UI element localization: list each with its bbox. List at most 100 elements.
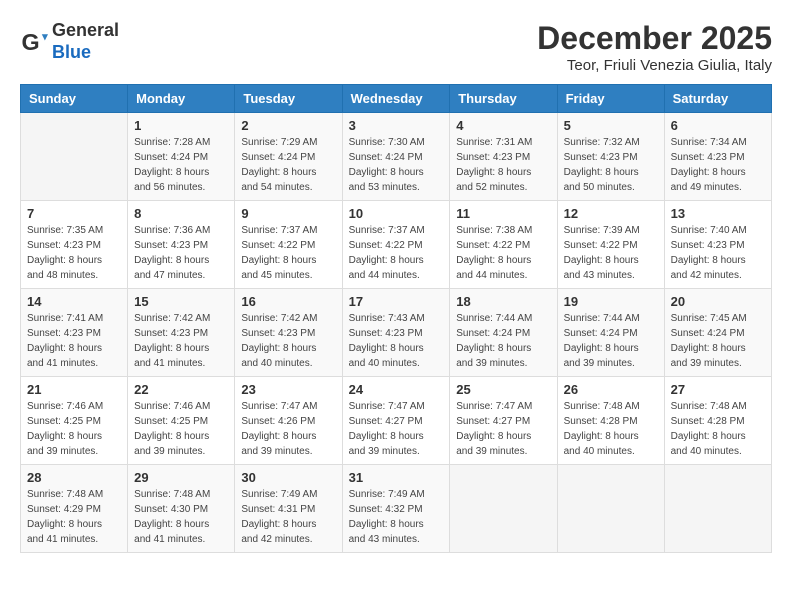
calendar-cell: 26 Sunrise: 7:48 AM Sunset: 4:28 PM Dayli…	[557, 377, 664, 465]
day-info: Sunrise: 7:47 AM Sunset: 4:27 PM Dayligh…	[456, 399, 550, 459]
day-info: Sunrise: 7:44 AM Sunset: 4:24 PM Dayligh…	[456, 311, 550, 371]
weekday-header-sunday: Sunday	[21, 85, 128, 113]
calendar-cell: 20 Sunrise: 7:45 AM Sunset: 4:24 PM Dayli…	[664, 289, 771, 377]
day-number: 22	[134, 382, 228, 397]
calendar-cell: 6 Sunrise: 7:34 AM Sunset: 4:23 PM Daylig…	[664, 113, 771, 201]
day-info: Sunrise: 7:47 AM Sunset: 4:26 PM Dayligh…	[241, 399, 335, 459]
day-number: 29	[134, 470, 228, 485]
day-number: 15	[134, 294, 228, 309]
calendar-cell: 19 Sunrise: 7:44 AM Sunset: 4:24 PM Dayli…	[557, 289, 664, 377]
logo-blue: Blue	[52, 42, 119, 64]
day-info: Sunrise: 7:49 AM Sunset: 4:31 PM Dayligh…	[241, 487, 335, 547]
calendar-cell: 1Sunrise: 7:28 AM Sunset: 4:24 PM Daylig…	[128, 113, 235, 201]
day-number: 20	[671, 294, 765, 309]
calendar-cell: 8 Sunrise: 7:36 AM Sunset: 4:23 PM Daylig…	[128, 201, 235, 289]
day-info: Sunrise: 7:34 AM Sunset: 4:23 PM Dayligh…	[671, 135, 765, 195]
day-number: 11	[456, 206, 550, 221]
calendar-cell: 21Sunrise: 7:46 AM Sunset: 4:25 PM Dayli…	[21, 377, 128, 465]
day-number: 6	[671, 118, 765, 133]
day-info: Sunrise: 7:46 AM Sunset: 4:25 PM Dayligh…	[134, 399, 228, 459]
day-info: Sunrise: 7:48 AM Sunset: 4:28 PM Dayligh…	[564, 399, 658, 459]
day-info: Sunrise: 7:46 AM Sunset: 4:25 PM Dayligh…	[27, 399, 121, 459]
calendar-cell: 7Sunrise: 7:35 AM Sunset: 4:23 PM Daylig…	[21, 201, 128, 289]
day-number: 9	[241, 206, 335, 221]
day-number: 1	[134, 118, 228, 133]
calendar-cell: 14 Sunrise: 7:41 AM Sunset: 4:23 PM Dayli…	[21, 289, 128, 377]
calendar-cell: 29 Sunrise: 7:48 AM Sunset: 4:30 PM Dayli…	[128, 465, 235, 553]
calendar-cell: 3 Sunrise: 7:30 AM Sunset: 4:24 PM Daylig…	[342, 113, 450, 201]
day-info: Sunrise: 7:45 AM Sunset: 4:24 PM Dayligh…	[671, 311, 765, 371]
calendar-cell	[664, 465, 771, 553]
day-number: 7	[27, 206, 121, 221]
calendar-cell: 9 Sunrise: 7:37 AM Sunset: 4:22 PM Daylig…	[235, 201, 342, 289]
day-number: 24	[349, 382, 444, 397]
day-info: Sunrise: 7:48 AM Sunset: 4:30 PM Dayligh…	[134, 487, 228, 547]
day-number: 8	[134, 206, 228, 221]
calendar-cell: 17Sunrise: 7:43 AM Sunset: 4:23 PM Dayli…	[342, 289, 450, 377]
day-number: 23	[241, 382, 335, 397]
weekday-header-saturday: Saturday	[664, 85, 771, 113]
day-info: Sunrise: 7:48 AM Sunset: 4:29 PM Dayligh…	[27, 487, 121, 547]
page-header: G General Blue December 2025 Teor, Friul…	[20, 20, 772, 74]
calendar-cell: 30 Sunrise: 7:49 AM Sunset: 4:31 PM Dayli…	[235, 465, 342, 553]
day-number: 19	[564, 294, 658, 309]
weekday-header-monday: Monday	[128, 85, 235, 113]
month-title: December 2025	[537, 20, 772, 57]
calendar-cell: 16Sunrise: 7:42 AM Sunset: 4:23 PM Dayli…	[235, 289, 342, 377]
day-info: Sunrise: 7:44 AM Sunset: 4:24 PM Dayligh…	[564, 311, 658, 371]
calendar-week-4: 21Sunrise: 7:46 AM Sunset: 4:25 PM Dayli…	[21, 377, 772, 465]
calendar-cell: 23 Sunrise: 7:47 AM Sunset: 4:26 PM Dayli…	[235, 377, 342, 465]
calendar-cell: 5Sunrise: 7:32 AM Sunset: 4:23 PM Daylig…	[557, 113, 664, 201]
day-info: Sunrise: 7:42 AM Sunset: 4:23 PM Dayligh…	[241, 311, 335, 371]
day-info: Sunrise: 7:42 AM Sunset: 4:23 PM Dayligh…	[134, 311, 228, 371]
day-number: 27	[671, 382, 765, 397]
day-info: Sunrise: 7:36 AM Sunset: 4:23 PM Dayligh…	[134, 223, 228, 283]
day-number: 12	[564, 206, 658, 221]
day-number: 17	[349, 294, 444, 309]
day-number: 5	[564, 118, 658, 133]
day-number: 30	[241, 470, 335, 485]
weekday-header-wednesday: Wednesday	[342, 85, 450, 113]
weekday-header-tuesday: Tuesday	[235, 85, 342, 113]
calendar-cell: 18 Sunrise: 7:44 AM Sunset: 4:24 PM Dayli…	[450, 289, 557, 377]
day-info: Sunrise: 7:31 AM Sunset: 4:23 PM Dayligh…	[456, 135, 550, 195]
day-info: Sunrise: 7:30 AM Sunset: 4:24 PM Dayligh…	[349, 135, 444, 195]
calendar: SundayMondayTuesdayWednesdayThursdayFrid…	[20, 84, 772, 553]
calendar-cell: 13Sunrise: 7:40 AM Sunset: 4:23 PM Dayli…	[664, 201, 771, 289]
day-info: Sunrise: 7:49 AM Sunset: 4:32 PM Dayligh…	[349, 487, 444, 547]
calendar-body: 1Sunrise: 7:28 AM Sunset: 4:24 PM Daylig…	[21, 113, 772, 553]
calendar-cell: 24Sunrise: 7:47 AM Sunset: 4:27 PM Dayli…	[342, 377, 450, 465]
calendar-cell: 28 Sunrise: 7:48 AM Sunset: 4:29 PM Dayli…	[21, 465, 128, 553]
calendar-cell: 22 Sunrise: 7:46 AM Sunset: 4:25 PM Dayli…	[128, 377, 235, 465]
calendar-week-1: 1Sunrise: 7:28 AM Sunset: 4:24 PM Daylig…	[21, 113, 772, 201]
day-number: 31	[349, 470, 444, 485]
day-number: 18	[456, 294, 550, 309]
calendar-week-2: 7Sunrise: 7:35 AM Sunset: 4:23 PM Daylig…	[21, 201, 772, 289]
calendar-week-3: 14 Sunrise: 7:41 AM Sunset: 4:23 PM Dayli…	[21, 289, 772, 377]
day-number: 14	[27, 294, 121, 309]
day-info: Sunrise: 7:37 AM Sunset: 4:22 PM Dayligh…	[241, 223, 335, 283]
logo-general: General	[52, 20, 119, 42]
day-info: Sunrise: 7:38 AM Sunset: 4:22 PM Dayligh…	[456, 223, 550, 283]
logo-icon: G	[20, 28, 48, 56]
day-info: Sunrise: 7:37 AM Sunset: 4:22 PM Dayligh…	[349, 223, 444, 283]
calendar-cell: 15 Sunrise: 7:42 AM Sunset: 4:23 PM Dayli…	[128, 289, 235, 377]
day-number: 26	[564, 382, 658, 397]
calendar-cell: 2Sunrise: 7:29 AM Sunset: 4:24 PM Daylig…	[235, 113, 342, 201]
calendar-cell: 4Sunrise: 7:31 AM Sunset: 4:23 PM Daylig…	[450, 113, 557, 201]
weekday-header-friday: Friday	[557, 85, 664, 113]
calendar-cell	[450, 465, 557, 553]
day-number: 13	[671, 206, 765, 221]
day-number: 10	[349, 206, 444, 221]
calendar-cell: 12 Sunrise: 7:39 AM Sunset: 4:22 PM Dayli…	[557, 201, 664, 289]
logo-text: General Blue	[52, 20, 119, 63]
title-section: December 2025 Teor, Friuli Venezia Giuli…	[537, 20, 772, 74]
day-number: 3	[349, 118, 444, 133]
day-number: 28	[27, 470, 121, 485]
day-number: 25	[456, 382, 550, 397]
calendar-cell: 27Sunrise: 7:48 AM Sunset: 4:28 PM Dayli…	[664, 377, 771, 465]
day-info: Sunrise: 7:39 AM Sunset: 4:22 PM Dayligh…	[564, 223, 658, 283]
calendar-cell: 31 Sunrise: 7:49 AM Sunset: 4:32 PM Dayli…	[342, 465, 450, 553]
day-info: Sunrise: 7:41 AM Sunset: 4:23 PM Dayligh…	[27, 311, 121, 371]
calendar-cell: 11 Sunrise: 7:38 AM Sunset: 4:22 PM Dayli…	[450, 201, 557, 289]
